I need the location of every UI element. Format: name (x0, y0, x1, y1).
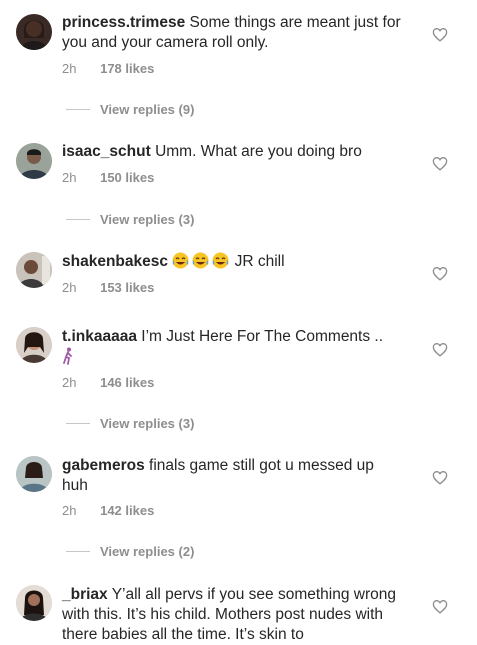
view-replies[interactable]: View replies (3) (66, 415, 194, 431)
face-with-tears-of-joy-icon (172, 252, 229, 269)
replies-divider (66, 218, 90, 220)
comment-text: Umm. What are you doing bro (155, 143, 362, 160)
view-replies-label[interactable]: View replies (2) (100, 544, 194, 559)
avatar[interactable] (16, 585, 52, 621)
comment-username[interactable]: gabemeros (62, 457, 145, 474)
comment-text: JR chill (230, 253, 285, 270)
view-replies[interactable]: View replies (3) (66, 211, 194, 227)
comment-time: 2h (62, 280, 77, 295)
comment-body: _briax Y’all all pervs if you see someth… (62, 585, 402, 645)
comment-meta: 2h 153 likes (62, 280, 154, 295)
avatar[interactable] (16, 252, 52, 288)
comment-likes[interactable]: 142 likes (100, 503, 154, 518)
avatar[interactable] (16, 327, 52, 363)
comment-time: 2h (62, 375, 77, 390)
comment-body: t.inkaaaaa I’m Just Here For The Comment… (62, 327, 402, 368)
view-replies-label[interactable]: View replies (9) (100, 102, 194, 117)
heart-icon[interactable] (432, 599, 448, 614)
replies-divider (66, 108, 90, 110)
comment-time: 2h (62, 170, 77, 185)
comment-username[interactable]: _briax (62, 586, 108, 603)
replies-divider (66, 422, 90, 424)
heart-icon[interactable] (432, 342, 448, 357)
view-replies-label[interactable]: View replies (3) (100, 416, 194, 431)
heart-icon[interactable] (432, 156, 448, 171)
heart-icon[interactable] (432, 470, 448, 485)
comment-text: Y’all all pervs if you see something wro… (62, 586, 397, 643)
comment-time: 2h (62, 61, 77, 76)
comment-likes[interactable]: 153 likes (100, 280, 154, 295)
comment-body: isaac_schut Umm. What are you doing bro (62, 142, 402, 162)
comment-meta: 2h 178 likes (62, 61, 154, 76)
person-walking-icon (63, 347, 72, 365)
comment-meta: 2h 150 likes (62, 170, 154, 185)
comment-text: I’m Just Here For The Comments .. (141, 328, 384, 345)
comment-meta: 2h 146 likes (62, 375, 154, 390)
view-replies[interactable]: View replies (2) (66, 543, 194, 559)
comment-username[interactable]: shakenbakesc (62, 253, 168, 270)
comment-likes[interactable]: 150 likes (100, 170, 154, 185)
comment-body: princess.trimese Some things are meant j… (62, 13, 402, 53)
replies-divider (66, 550, 90, 552)
comment-likes[interactable]: 146 likes (100, 375, 154, 390)
comment-body: gabemeros finals game still got u messed… (62, 456, 402, 496)
view-replies-label[interactable]: View replies (3) (100, 212, 194, 227)
avatar[interactable] (16, 14, 52, 50)
comment-body: shakenbakesc JR chill (62, 252, 402, 275)
comment-meta: 2h 142 likes (62, 503, 154, 518)
avatar[interactable] (16, 456, 52, 492)
view-replies[interactable]: View replies (9) (66, 101, 194, 117)
comment-likes[interactable]: 178 likes (100, 61, 154, 76)
avatar[interactable] (16, 143, 52, 179)
heart-icon[interactable] (432, 27, 448, 42)
comment-username[interactable]: princess.trimese (62, 14, 185, 31)
comment-username[interactable]: isaac_schut (62, 143, 151, 160)
comment-time: 2h (62, 503, 77, 518)
heart-icon[interactable] (432, 266, 448, 281)
emoji-group (172, 252, 230, 275)
comment-username[interactable]: t.inkaaaaa (62, 328, 137, 345)
